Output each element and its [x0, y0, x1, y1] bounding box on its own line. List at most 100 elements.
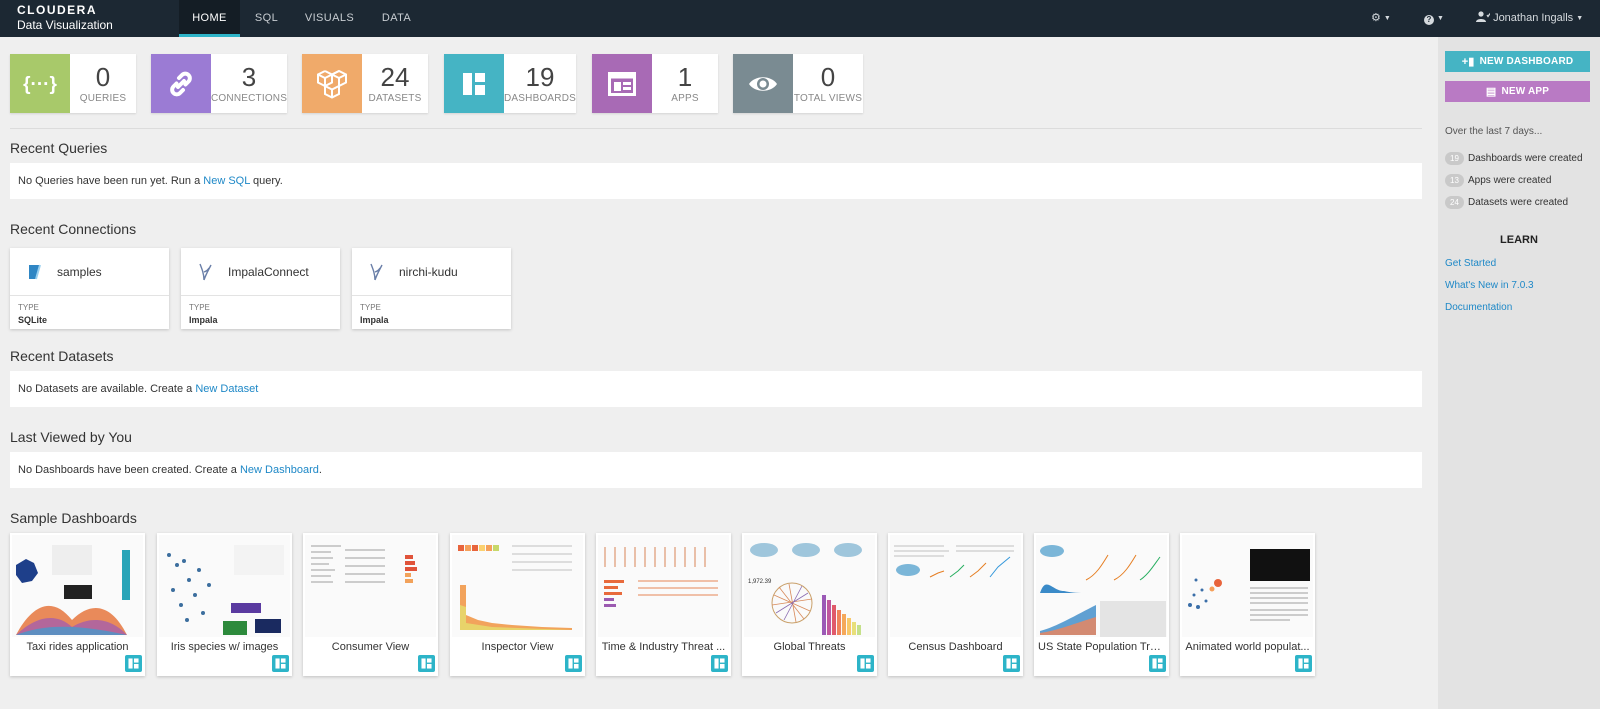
tab-sql[interactable]: SQL [248, 0, 285, 37]
empty-message: No Datasets are available. Create a [18, 383, 196, 395]
dashboard-card[interactable]: Census Dashboard [888, 533, 1023, 676]
activity-stat: 13 Apps were created [1445, 174, 1551, 187]
activity-text: Dashboards were created [1468, 153, 1583, 164]
top-navbar: CLOUDERA Data Visualization HOME SQL VIS… [0, 0, 1600, 37]
chevron-down-icon: ▼ [1383, 15, 1391, 22]
recent-datasets-panel: No Datasets are available. Create a New … [10, 371, 1422, 407]
connection-card[interactable]: samples TYPE SQLite [10, 248, 169, 329]
help-icon: ? [1424, 15, 1434, 25]
stat-value: 19 [525, 62, 555, 92]
stat-apps[interactable]: 1 APPS [592, 54, 718, 113]
dashboard-card[interactable]: US State Population Tre... [1034, 533, 1169, 676]
learn-heading: LEARN [1500, 234, 1538, 246]
stat-dashboards[interactable]: 19 DASHBOARDS [444, 54, 576, 113]
dashboard-thumbnail [159, 535, 290, 637]
dashboard-card[interactable]: Consumer View [303, 533, 438, 676]
activity-text: Datasets were created [1468, 197, 1569, 208]
dashboard-title: Census Dashboard [908, 641, 1003, 653]
dashboard-icon [711, 655, 728, 672]
dashboard-icon [1003, 655, 1020, 672]
stat-queries[interactable]: {···} 0 QUERIES [10, 54, 136, 113]
gear-icon: ⚙ [1371, 12, 1381, 24]
stat-value: 24 [380, 62, 410, 92]
recent-datasets-heading: Recent Datasets [10, 348, 114, 364]
connection-card[interactable]: nirchi-kudu TYPE Impala [352, 248, 511, 329]
stat-label: CONNECTIONS [211, 93, 288, 104]
tab-visuals[interactable]: VISUALS [300, 0, 359, 37]
dashboard-card[interactable]: Animated world populat... [1180, 533, 1315, 676]
message-suffix: . [318, 464, 322, 476]
main-content: {···} 0 QUERIES 3 CONNECTIONS 24 DATASET… [10, 37, 1422, 709]
tab-data[interactable]: DATA [376, 0, 417, 37]
connection-type: SQLite [18, 315, 48, 325]
count-badge: 19 [1445, 152, 1464, 165]
new-sql-link[interactable]: New SQL [203, 175, 250, 187]
activity-stat: 19 Dashboards were created [1445, 152, 1583, 165]
dashboard-thumbnail [890, 535, 1021, 637]
dashboard-thumbnail: 1,972.39 [744, 535, 875, 637]
connection-type: Impala [360, 315, 389, 325]
dashboard-title: Animated world populat... [1185, 641, 1310, 653]
whats-new-link[interactable]: What's New in 7.0.3 [1445, 280, 1534, 291]
dashboard-card[interactable]: Iris species w/ images [157, 533, 292, 676]
right-sidebar: +▮ NEW DASHBOARD ▤ NEW APP Over the last 7… [1438, 37, 1600, 709]
tab-home[interactable]: HOME [179, 0, 240, 37]
empty-message: No Queries have been run yet. Run a [18, 175, 204, 187]
curly-braces-icon: {···} [10, 54, 70, 113]
stat-label: DATASETS [368, 93, 422, 104]
dashboard-title: Iris species w/ images [170, 641, 279, 653]
stat-total-views[interactable]: 0 TOTAL VIEWS [733, 54, 863, 113]
section-divider [10, 128, 1422, 129]
stat-label: APPS [671, 93, 699, 104]
user-menu[interactable]: Jonathan Ingalls ▼ [1476, 0, 1583, 37]
help-menu[interactable]: ? ▼ [1424, 0, 1444, 37]
dashboard-thumbnail [598, 535, 729, 637]
last-viewed-panel: No Dashboards have been created. Create … [10, 452, 1422, 488]
connection-type-label: TYPE [18, 303, 39, 312]
dashboard-icon [418, 655, 435, 672]
button-label: NEW APP [1501, 86, 1550, 97]
connection-type-label: TYPE [360, 303, 381, 312]
new-dashboard-link[interactable]: New Dashboard [240, 464, 319, 476]
recent-queries-panel: No Queries have been run yet. Run a New … [10, 163, 1422, 199]
connection-card[interactable]: ImpalaConnect TYPE Impala [181, 248, 340, 329]
dashboard-icon [272, 655, 289, 672]
stat-datasets[interactable]: 24 DATASETS [302, 54, 428, 113]
connection-name: samples [57, 265, 102, 279]
dashboard-card[interactable]: 1,972.39 Global Threats [742, 533, 877, 676]
dashboard-card[interactable]: Taxi rides application [10, 533, 145, 676]
dashboard-thumbnail [1182, 535, 1313, 637]
dashboard-icon [125, 655, 142, 672]
connection-type: Impala [189, 315, 218, 325]
new-dashboard-button[interactable]: +▮ NEW DASHBOARD [1445, 51, 1590, 72]
chevron-down-icon: ▼ [1576, 15, 1584, 22]
impala-icon [199, 263, 212, 281]
dashboard-card[interactable]: Inspector View [450, 533, 585, 676]
documentation-link[interactable]: Documentation [1445, 302, 1512, 313]
brand-logo[interactable]: CLOUDERA Data Visualization [17, 4, 113, 31]
empty-message: No Dashboards have been created. Create … [18, 464, 240, 476]
stat-connections[interactable]: 3 CONNECTIONS [151, 54, 287, 113]
button-label: NEW DASHBOARD [1479, 56, 1574, 67]
get-started-link[interactable]: Get Started [1445, 258, 1496, 269]
count-badge: 24 [1445, 196, 1464, 209]
dashboard-thumbnail [12, 535, 143, 637]
dashboard-card[interactable]: Time & Industry Threat ... [596, 533, 731, 676]
new-dataset-link[interactable]: New Dataset [195, 383, 258, 395]
stat-value: 0 [95, 62, 111, 92]
recent-connections-heading: Recent Connections [10, 221, 137, 237]
dashboard-thumbnail [305, 535, 436, 637]
count-badge: 13 [1445, 174, 1464, 187]
dashboard-title: Taxi rides application [26, 641, 129, 653]
stat-value: 1 [677, 62, 693, 92]
dashboard-thumbnail [452, 535, 583, 637]
stat-value: 0 [820, 62, 836, 92]
dashboard-title: Consumer View [331, 641, 410, 653]
new-app-button[interactable]: ▤ NEW APP [1445, 81, 1590, 102]
stat-value: 3 [241, 62, 257, 92]
dashboard-icon [1149, 655, 1166, 672]
svg-text:{···}: {···} [23, 74, 57, 95]
chevron-down-icon: ▼ [1437, 15, 1444, 22]
settings-menu[interactable]: ⚙ ▼ [1371, 0, 1391, 37]
dashboard-thumbnail [1036, 535, 1167, 637]
